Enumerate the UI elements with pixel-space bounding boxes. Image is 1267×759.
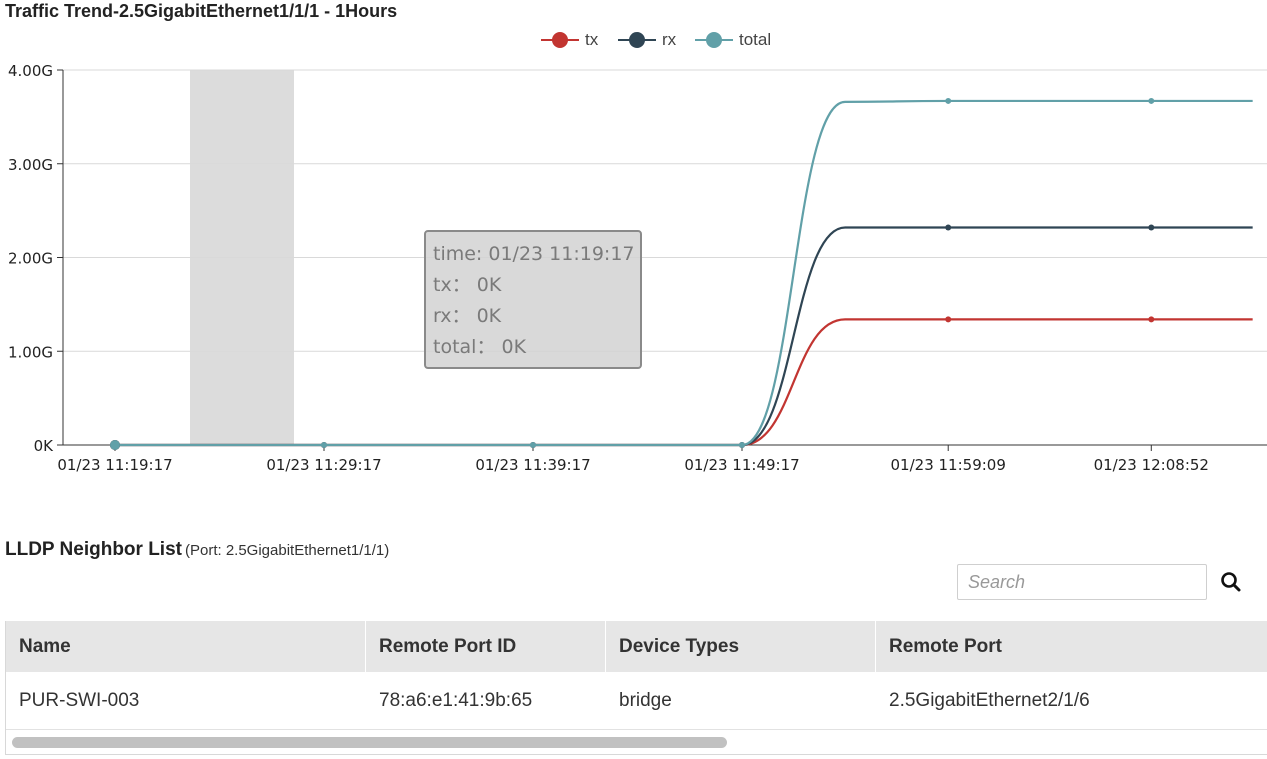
column-header-remote-port-id[interactable]: Remote Port ID (366, 621, 606, 672)
legend-tx-marker (541, 32, 579, 48)
y-tick-label: 3.00G (8, 156, 53, 174)
x-tick-label: 01/23 11:49:17 (684, 456, 799, 474)
data-point-total (321, 442, 327, 448)
data-point-rx (1148, 224, 1155, 231)
column-header-device-types[interactable]: Device Types (606, 621, 876, 672)
lldp-neighbor-table: Name Remote Port ID Device Types Remote … (5, 621, 1267, 755)
search-button[interactable] (1218, 569, 1244, 595)
data-point-tx (945, 316, 952, 323)
search-icon (1221, 572, 1241, 592)
legend-item-total[interactable]: total (695, 28, 771, 52)
table-row[interactable]: PUR-SWI-003 78:a6:e1:41:9b:65 bridge 2.5… (6, 672, 1267, 730)
cell-remote-port-id: 78:a6:e1:41:9b:65 (379, 689, 533, 711)
x-tick-label: 01/23 11:19:17 (57, 456, 172, 474)
x-tick-label: 01/23 11:29:17 (266, 456, 381, 474)
cell-device-types: bridge (619, 689, 672, 711)
y-tick-label: 2.00G (8, 250, 53, 268)
legend-label-rx: rx (662, 30, 677, 49)
tooltip-rx: rx： 0K (433, 305, 502, 327)
legend-label-tx: tx (585, 30, 599, 49)
x-tick-label: 01/23 11:59:09 (891, 456, 1006, 474)
data-point-total (945, 97, 952, 104)
data-point-total (1148, 97, 1155, 104)
chart-legend: tx rx total (0, 28, 1267, 52)
legend-rx-marker (618, 32, 656, 48)
data-point-total (530, 442, 536, 448)
data-point-tx (1148, 316, 1155, 323)
data-point-total (739, 442, 745, 448)
lldp-port-note: (Port: 2.5GigabitEthernet1/1/1) (184, 542, 390, 559)
y-tick-label: 4.00G (8, 62, 53, 80)
x-tick-label: 01/23 11:39:17 (475, 456, 590, 474)
cell-name: PUR-SWI-003 (19, 689, 140, 711)
lldp-section-title: LLDP Neighbor List (Port: 2.5GigabitEther… (5, 539, 389, 561)
column-header-name[interactable]: Name (6, 621, 366, 672)
scrollbar-thumb[interactable] (12, 737, 727, 748)
column-header-remote-port[interactable]: Remote Port (876, 621, 1267, 672)
y-tick-label: 0K (34, 437, 55, 455)
tooltip-total: total： 0K (433, 336, 527, 358)
legend-item-tx[interactable]: tx (541, 28, 598, 52)
legend-total-marker (695, 32, 733, 48)
lldp-title: LLDP Neighbor List (5, 539, 182, 560)
chart-title: Traffic Trend-2.5GigabitEthernet1/1/1 - … (5, 1, 398, 21)
legend-item-rx[interactable]: rx (618, 28, 676, 52)
cell-remote-port: 2.5GigabitEthernet2/1/6 (889, 689, 1090, 711)
x-tick-label: 01/23 12:08:52 (1094, 456, 1209, 474)
data-point-rx (945, 224, 952, 231)
table-header: Name Remote Port ID Device Types Remote … (6, 621, 1267, 672)
y-tick-label: 1.00G (8, 343, 53, 361)
legend-label-total: total (739, 30, 772, 49)
horizontal-scrollbar[interactable] (6, 730, 1267, 754)
tooltip-tx: tx： 0K (433, 274, 502, 296)
tooltip-time: time: 01/23 11:19:17 (433, 243, 635, 265)
search-input[interactable] (957, 564, 1207, 600)
chart-tooltip: time: 01/23 11:19:17 tx： 0K rx： 0K total… (424, 230, 642, 369)
highlight-point-total (110, 440, 120, 450)
